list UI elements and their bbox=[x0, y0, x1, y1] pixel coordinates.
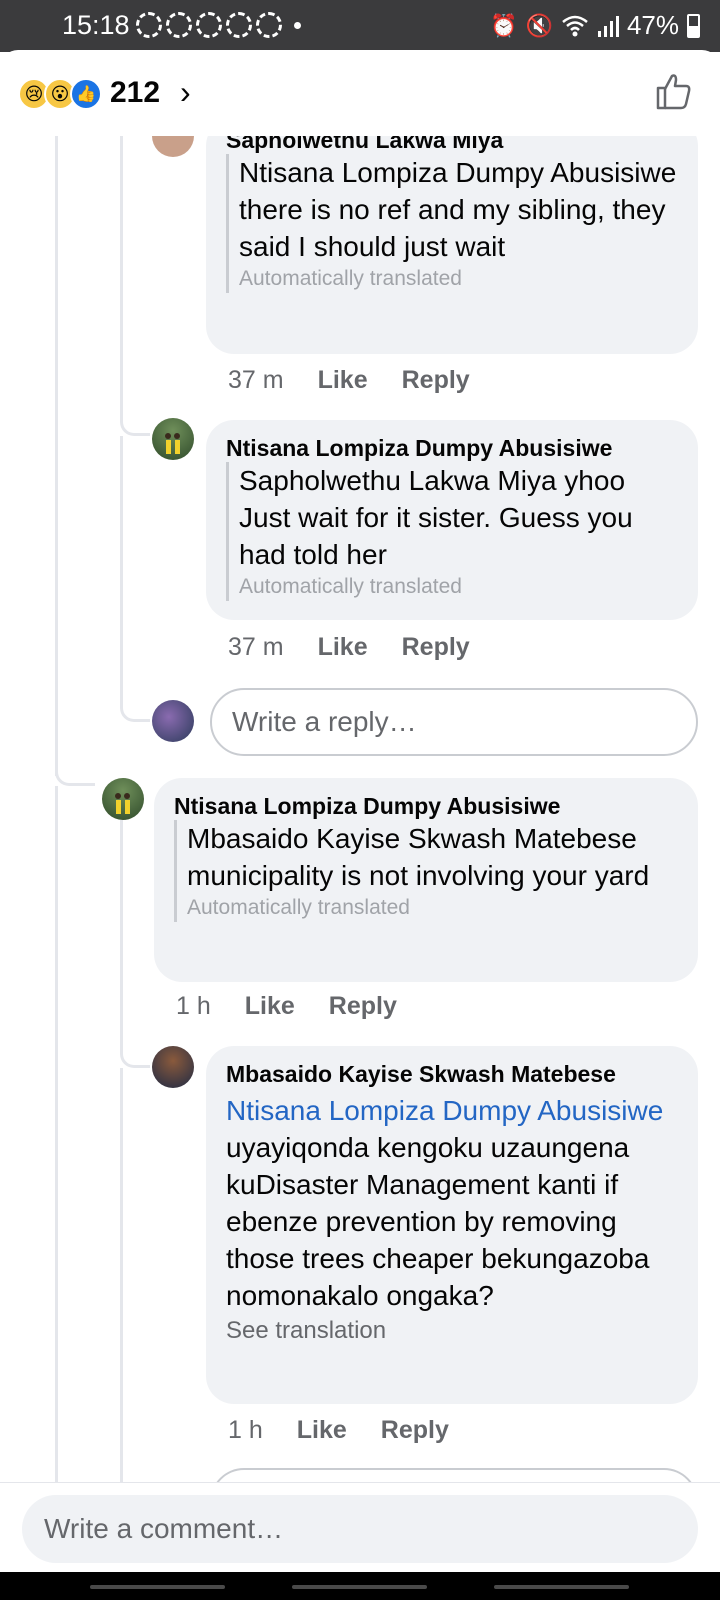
thread-line-root bbox=[55, 786, 58, 1486]
reply-input[interactable]: Write a reply… bbox=[210, 688, 698, 756]
nav-back[interactable] bbox=[494, 1585, 629, 1589]
translation-note[interactable]: Automatically translated bbox=[239, 573, 678, 601]
comment-author[interactable]: Mbasaido Kayise Skwash Matebese bbox=[226, 1060, 678, 1088]
reply-button[interactable]: Reply bbox=[402, 633, 470, 662]
thread-connector bbox=[55, 740, 95, 786]
comment-time: 37 m bbox=[228, 366, 284, 394]
comment-actions: 1 h Like Reply bbox=[228, 1416, 483, 1445]
comment-author[interactable]: Ntisana Lompiza Dumpy Abusisiwe bbox=[226, 434, 678, 462]
comment-text: Mbasaido Kayise Skwash Matebese municipa… bbox=[187, 823, 650, 891]
like-button[interactable]: Like bbox=[245, 992, 295, 1021]
comment-time: 37 m bbox=[228, 633, 284, 661]
alarm-icon: ⏰ bbox=[490, 12, 518, 38]
comment-bubble[interactable]: Ntisana Lompiza Dumpy Abusisiwe Mbasaido… bbox=[154, 778, 698, 982]
thread-line-branch bbox=[120, 436, 123, 696]
like-emoji-icon: 👍 bbox=[70, 78, 102, 110]
notification-icon bbox=[136, 12, 162, 38]
battery-icon bbox=[687, 13, 700, 38]
avatar bbox=[152, 700, 194, 742]
reactions-header[interactable]: 😢 😮 👍 212 › bbox=[0, 52, 720, 136]
status-bar: 15:18 ⏰ 🔇 47% bbox=[0, 0, 720, 52]
comment-bubble[interactable]: Mbasaido Kayise Skwash Matebese Ntisana … bbox=[206, 1046, 698, 1404]
mention-link[interactable]: Ntisana Lompiza Dumpy Abusisiwe bbox=[226, 1095, 663, 1126]
thread-line-branch bbox=[120, 820, 123, 1030]
comment-time: 1 h bbox=[228, 1416, 263, 1444]
like-thumb-icon[interactable] bbox=[652, 70, 694, 112]
comment-quote: Sapholwethu Lakwa Miya yhoo Just wait fo… bbox=[226, 462, 678, 601]
reaction-count[interactable]: 212 bbox=[110, 76, 160, 110]
nav-recent-apps[interactable] bbox=[90, 1585, 225, 1589]
reply-button[interactable]: Reply bbox=[402, 366, 470, 395]
comment-text-body: uyayiqonda kengoku uzaungena kuDisaster … bbox=[226, 1132, 650, 1311]
status-time: 15:18 bbox=[62, 10, 130, 40]
comment-text: Sapholwethu Lakwa Miya yhoo Just wait fo… bbox=[239, 465, 633, 570]
translation-note[interactable]: Automatically translated bbox=[239, 265, 678, 293]
comment-composer: Write a comment… bbox=[0, 1482, 720, 1572]
like-button[interactable]: Like bbox=[318, 366, 368, 395]
battery-percent: 47% bbox=[626, 10, 679, 40]
avatar[interactable] bbox=[152, 418, 194, 460]
thread-connector bbox=[120, 1020, 150, 1068]
signal-icon bbox=[597, 15, 619, 37]
comment-bubble[interactable]: Sapholwethu Lakwa Miya Ntisana Lompiza D… bbox=[206, 118, 698, 354]
notification-icon bbox=[196, 12, 222, 38]
avatar[interactable] bbox=[102, 778, 144, 820]
avatar-photo bbox=[115, 793, 130, 814]
comment-time: 1 h bbox=[176, 992, 211, 1020]
comment-quote: Mbasaido Kayise Skwash Matebese municipa… bbox=[174, 820, 678, 922]
more-notifications-icon bbox=[294, 22, 301, 29]
reply-button[interactable]: Reply bbox=[381, 1416, 449, 1445]
like-button[interactable]: Like bbox=[318, 633, 368, 662]
notification-icon bbox=[226, 12, 252, 38]
comment-text: Ntisana Lompiza Dumpy Abusisiwe uyayiqon… bbox=[226, 1092, 678, 1314]
thread-connector bbox=[120, 390, 150, 436]
thread-line-branch bbox=[120, 1068, 123, 1488]
like-button[interactable]: Like bbox=[297, 1416, 347, 1445]
system-nav-bar bbox=[0, 1572, 720, 1600]
thread-line-branch bbox=[120, 136, 123, 406]
comment-actions: 37 m Like Reply bbox=[228, 366, 504, 395]
status-indicators: ⏰ 🔇 47% bbox=[490, 10, 700, 41]
notification-icon bbox=[256, 12, 282, 38]
notification-icon bbox=[166, 12, 192, 38]
wifi-icon bbox=[562, 15, 588, 36]
comment-bubble[interactable]: Ntisana Lompiza Dumpy Abusisiwe Sapholwe… bbox=[206, 420, 698, 620]
mute-icon: 🔇 bbox=[525, 12, 553, 38]
reaction-emojis: 😢 😮 👍 bbox=[18, 78, 102, 110]
comment-actions: 1 h Like Reply bbox=[176, 992, 431, 1021]
thread-line-root bbox=[55, 136, 58, 776]
comment-quote: Ntisana Lompiza Dumpy Abusisiwe there is… bbox=[226, 154, 678, 293]
comment-actions: 37 m Like Reply bbox=[228, 633, 504, 662]
thread-connector bbox=[120, 680, 150, 722]
comment-text: Ntisana Lompiza Dumpy Abusisiwe there is… bbox=[239, 157, 677, 262]
chevron-right-icon[interactable]: › bbox=[180, 74, 191, 111]
comment-input[interactable]: Write a comment… bbox=[22, 1495, 698, 1563]
reply-button[interactable]: Reply bbox=[329, 992, 397, 1021]
comment-author[interactable]: Ntisana Lompiza Dumpy Abusisiwe bbox=[174, 792, 678, 820]
translation-note[interactable]: Automatically translated bbox=[187, 894, 678, 922]
nav-home[interactable] bbox=[292, 1585, 427, 1589]
avatar[interactable] bbox=[152, 1046, 194, 1088]
avatar-photo bbox=[165, 433, 180, 454]
see-translation-link[interactable]: See translation bbox=[226, 1314, 678, 1348]
notification-icons bbox=[136, 12, 301, 38]
